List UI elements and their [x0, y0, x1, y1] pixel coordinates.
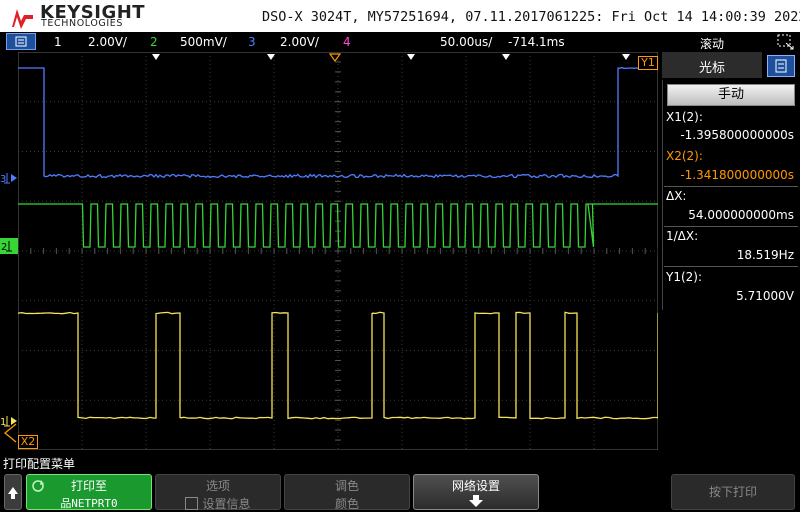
press-print-softkey[interactable]: 按下打印 — [671, 474, 795, 510]
palette-softkey[interactable]: 调色 颜色 — [284, 474, 410, 510]
network-settings-softkey[interactable]: 网络设置 — [413, 474, 539, 510]
options-sub-row: 设置信息 — [156, 495, 280, 512]
y1-cursor-marker[interactable]: Y1 — [638, 56, 658, 70]
channel-2-number[interactable]: 2 — [150, 35, 158, 49]
menu-icon[interactable] — [6, 33, 36, 50]
print-to-label: 打印至 — [27, 477, 151, 494]
x2-cursor-marker[interactable]: X2 — [18, 435, 38, 449]
channel-4-number[interactable]: 4 — [343, 35, 351, 49]
timebase-delay[interactable]: -714.1ms — [508, 35, 565, 49]
options-label: 选项 — [156, 477, 280, 494]
network-settings-label: 网络设置 — [414, 477, 538, 494]
keysight-logo — [4, 3, 34, 29]
x2-label: X2(2): — [666, 149, 703, 163]
cursor-panel-title: 光标 — [662, 57, 762, 76]
timebase-scale[interactable]: 50.00us/ — [440, 35, 492, 49]
menu-title: 打印配置菜单 — [3, 455, 75, 472]
options-checkbox[interactable] — [185, 497, 198, 510]
x1-label: X1(2): — [666, 110, 703, 124]
panel-divider — [664, 226, 798, 227]
channel-3-ground-marker[interactable]: 3 — [0, 170, 18, 184]
options-softkey[interactable]: 选项 设置信息 — [155, 474, 281, 510]
inverse-delta-x-value: 18.519Hz — [666, 248, 794, 262]
rotate-knob-icon — [31, 479, 45, 493]
x2-value: -1.341800000000s — [666, 168, 794, 182]
y1-label: Y1(2): — [666, 270, 702, 284]
channel-3-number[interactable]: 3 — [248, 35, 256, 49]
x1-value: -1.395800000000s — [666, 128, 794, 142]
down-arrow-icon — [468, 494, 484, 508]
top-markers — [18, 52, 658, 64]
model-info: DSO-X 3024T, MY57251694, 07.11.201706122… — [262, 9, 800, 25]
back-button[interactable] — [4, 474, 22, 510]
zoom-icon[interactable] — [776, 33, 796, 51]
cursor-mode-button[interactable]: 手动 — [667, 84, 795, 106]
channel-1-scale[interactable]: 2.00V/ — [88, 35, 127, 49]
x2-cursor-arrow — [2, 423, 18, 443]
panel-divider — [664, 266, 798, 267]
palette-label: 调色 — [285, 477, 409, 494]
brand-subtitle: TECHNOLOGIES — [41, 18, 123, 29]
panel-menu-icon[interactable] — [767, 55, 795, 77]
delta-x-label: ΔX: — [666, 189, 686, 203]
waveform-display[interactable] — [18, 52, 658, 450]
print-to-softkey[interactable]: 打印至 品NETPRT0 — [26, 474, 152, 510]
options-sub: 设置信息 — [202, 497, 250, 511]
channel-2-scale[interactable]: 500mV/ — [180, 35, 227, 49]
panel-divider — [664, 186, 798, 187]
delta-x-value: 54.000000000ms — [666, 208, 794, 222]
channel-3-scale[interactable]: 2.00V/ — [280, 35, 319, 49]
channel-1-number[interactable]: 1 — [54, 35, 62, 49]
y1-value: 5.71000V — [666, 289, 794, 303]
print-to-value: 品NETPRT0 — [27, 495, 151, 511]
palette-sub: 颜色 — [285, 495, 409, 512]
channel-2-ground-marker[interactable]: 2 — [0, 238, 18, 254]
run-mode[interactable]: 滚动 — [700, 35, 724, 52]
inverse-delta-x-label: 1/ΔX: — [666, 229, 698, 243]
